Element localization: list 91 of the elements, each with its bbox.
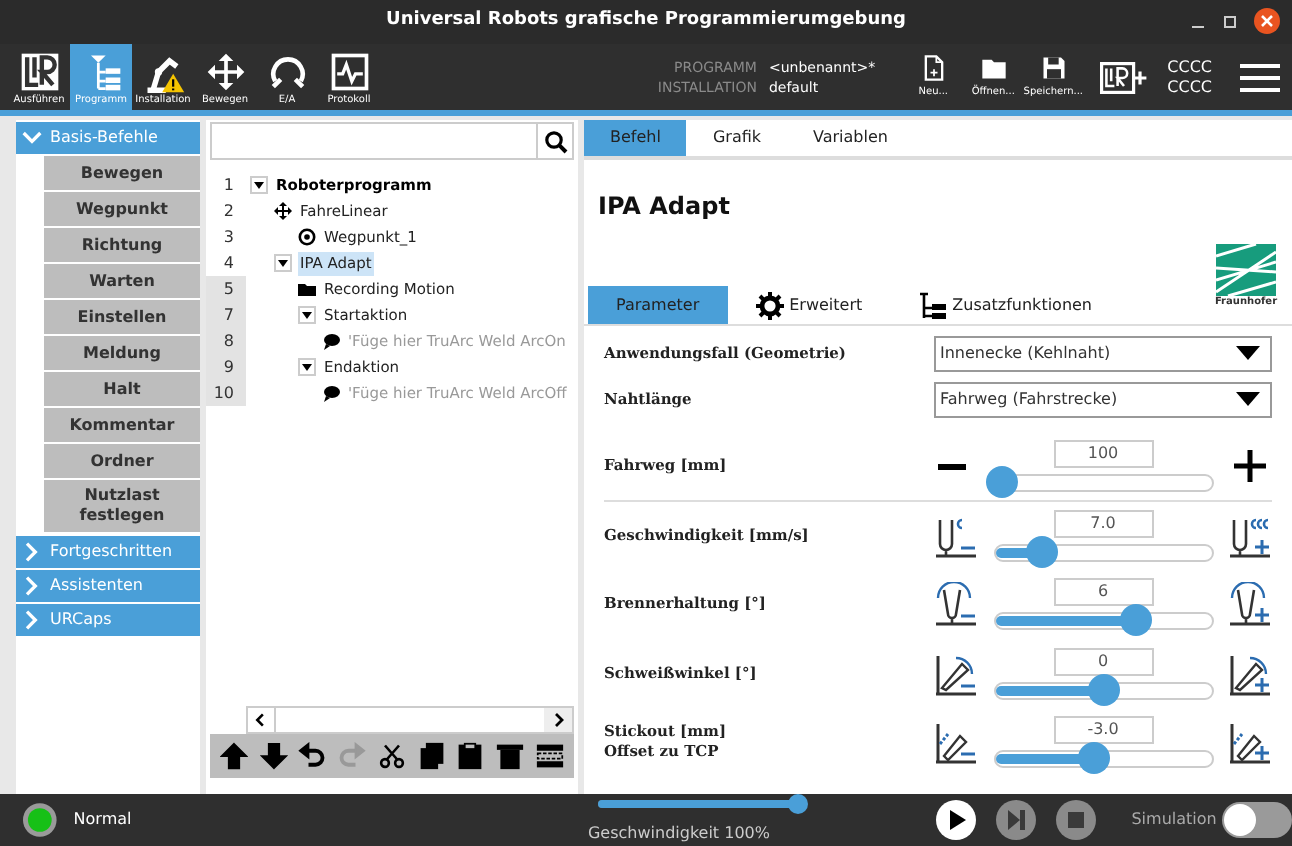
maximize-icon[interactable] xyxy=(1222,13,1238,29)
speed-increase-icon[interactable] xyxy=(1228,513,1272,558)
line-number: 8 xyxy=(206,328,246,354)
value-field[interactable]: -3.0 xyxy=(1053,716,1153,745)
value-field[interactable]: 0 xyxy=(1053,647,1153,676)
ur-logo-icon xyxy=(17,50,61,94)
command-item[interactable]: Nutzlast festlegen xyxy=(44,480,200,532)
value-field[interactable]: 7.0 xyxy=(1053,509,1153,538)
status-text: CCCC xyxy=(1167,77,1212,97)
save-icon xyxy=(1039,53,1068,82)
command-item[interactable]: Einstellen xyxy=(44,300,200,334)
speed-label: Geschwindigkeit 100% xyxy=(587,822,772,846)
horizontal-scrollbar[interactable] xyxy=(246,706,574,734)
play-button-icon[interactable] xyxy=(935,800,976,840)
command-item[interactable]: Kommentar xyxy=(44,408,200,442)
command-item[interactable]: Warten xyxy=(44,264,200,298)
subtab[interactable]: Parameter xyxy=(588,286,728,324)
move-arrows-icon xyxy=(203,50,247,94)
menu-icon[interactable] xyxy=(1240,61,1280,93)
line-number: 4 xyxy=(221,252,236,276)
clipboard-icon[interactable] xyxy=(456,742,485,770)
copy-icon[interactable] xyxy=(417,742,446,770)
weld-angle-decrease-icon[interactable] xyxy=(934,651,978,696)
dropdown[interactable]: Fahrweg (Fahrstrecke) xyxy=(934,381,1272,417)
search-icon[interactable] xyxy=(543,129,567,153)
expand-toggle-icon[interactable] xyxy=(298,358,316,376)
tree-structure-icon xyxy=(918,291,947,319)
speed-decrease-icon[interactable] xyxy=(934,513,978,558)
scroll-right-icon[interactable] xyxy=(544,708,572,732)
subtab[interactable]: Erweitert xyxy=(727,286,891,324)
command-item[interactable]: Wegpunkt xyxy=(44,192,200,226)
close-icon[interactable] xyxy=(1254,8,1280,34)
expand-toggle-icon[interactable] xyxy=(298,306,316,324)
value-field[interactable]: 6 xyxy=(1053,578,1153,607)
ur-plus-logo-icon[interactable] xyxy=(1099,61,1148,93)
expand-toggle-icon[interactable] xyxy=(274,254,292,272)
slider-thumb[interactable] xyxy=(985,465,1018,498)
subtab[interactable]: Zusatzfunktionen xyxy=(890,286,1121,324)
gear-icon xyxy=(755,291,784,319)
comment-icon xyxy=(322,384,340,402)
new-file-icon xyxy=(919,53,948,82)
slider-thumb[interactable] xyxy=(1026,535,1059,568)
simulation-toggle[interactable] xyxy=(1222,802,1292,838)
expand-toggle-icon[interactable] xyxy=(250,176,268,194)
command-item[interactable]: Meldung xyxy=(44,336,200,370)
chevron-down-icon xyxy=(22,128,42,148)
line-number: 2 xyxy=(221,200,236,224)
speed-slider-thumb[interactable] xyxy=(787,794,808,814)
line-number: 3 xyxy=(221,226,236,250)
search-field[interactable] xyxy=(210,122,574,160)
status-text: CCCC xyxy=(1167,57,1212,77)
panel-title: IPA Adapt xyxy=(598,190,730,224)
scissors-icon[interactable] xyxy=(377,742,406,770)
waypoint-icon xyxy=(298,228,316,246)
torch-tilt-decrease-icon[interactable] xyxy=(934,582,978,627)
dropdown[interactable]: Innenecke (Kehlnaht) xyxy=(934,335,1272,371)
dropdown-arrow-icon xyxy=(1236,392,1260,406)
command-item[interactable]: Ordner xyxy=(44,444,200,478)
slider-thumb[interactable] xyxy=(1078,742,1111,775)
stickout-decrease-icon[interactable] xyxy=(934,720,978,765)
dropdown-arrow-icon xyxy=(1236,346,1260,360)
move-icon xyxy=(274,202,292,220)
panel-tab[interactable]: Grafik xyxy=(686,120,788,156)
status-light-icon xyxy=(22,802,58,838)
log-graph-icon xyxy=(327,50,371,94)
robot-status: Normal xyxy=(73,808,134,832)
slider-thumb[interactable] xyxy=(1087,673,1119,706)
command-item[interactable]: Richtung xyxy=(44,228,200,262)
line-number: 5 xyxy=(206,276,246,302)
comment-icon xyxy=(322,332,340,350)
value-field[interactable]: 100 xyxy=(1053,439,1153,468)
command-item[interactable]: Halt xyxy=(44,372,200,406)
slider-thumb[interactable] xyxy=(1119,604,1152,637)
stickout-increase-icon[interactable] xyxy=(1228,720,1272,765)
panel-tab[interactable]: Befehl xyxy=(584,120,687,156)
folder-icon xyxy=(298,280,316,298)
move-down-icon[interactable] xyxy=(259,742,288,770)
line-number: 9 xyxy=(206,354,246,380)
torch-tilt-increase-icon[interactable] xyxy=(1228,582,1272,627)
panel-tab[interactable]: Variablen xyxy=(787,120,914,156)
line-number: 1 xyxy=(221,174,236,198)
suppress-icon[interactable] xyxy=(536,742,564,770)
line-number: 7 xyxy=(206,302,246,328)
undo-icon[interactable] xyxy=(298,742,327,770)
window-title: Universal Robots grafische Programmierumgebung xyxy=(386,8,906,35)
move-up-icon[interactable] xyxy=(219,742,248,770)
trash-icon[interactable] xyxy=(496,742,525,770)
line-number: 10 xyxy=(206,380,246,406)
command-item[interactable]: Bewegen xyxy=(44,156,200,190)
simulation-label: Simulation xyxy=(1131,808,1217,832)
weld-angle-increase-icon[interactable] xyxy=(1228,651,1272,696)
